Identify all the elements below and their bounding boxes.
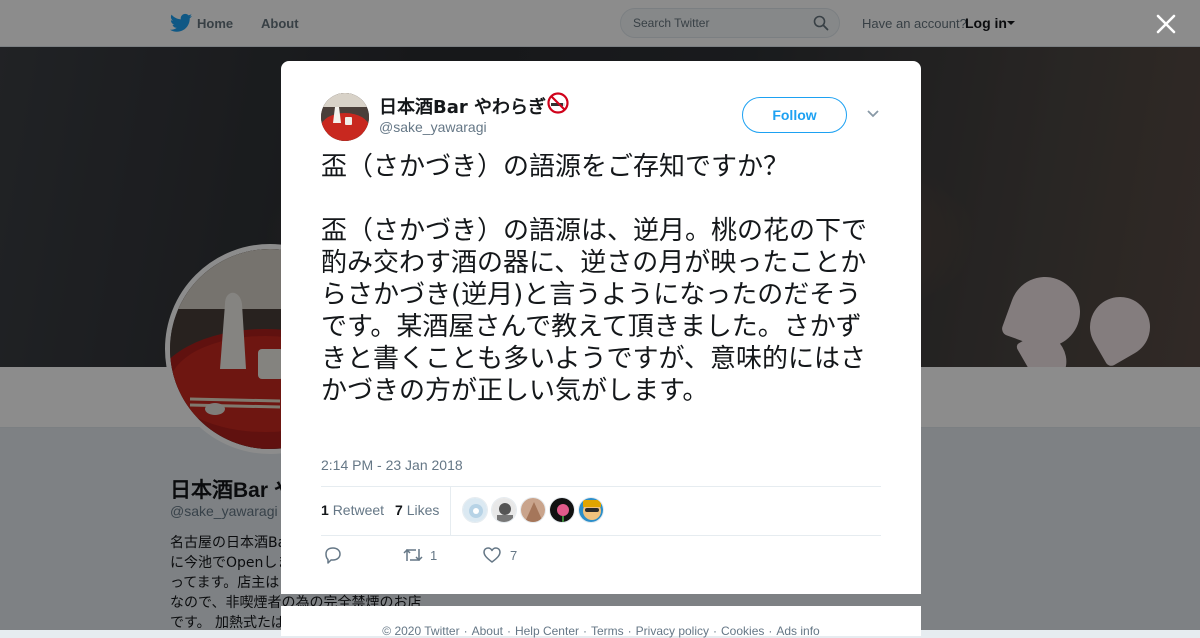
author-handle[interactable]: @sake_yawaragi — [379, 119, 487, 135]
stats-divider — [450, 487, 451, 535]
footer-copyright: © 2020 Twitter — [382, 624, 460, 638]
footer-link-about[interactable]: About — [472, 624, 503, 638]
retweet-action-count: 1 — [430, 548, 438, 563]
tweet-text: 盃（さかづき）の語源をご存知ですか？ 盃（さかづき）の語源は、逆月。桃の花の下で… — [321, 152, 868, 406]
liker-avatar[interactable] — [578, 497, 604, 523]
no-smoking-icon — [547, 92, 569, 114]
footer-link-ads[interactable]: Ads info — [776, 624, 819, 638]
retweet-stat[interactable]: 1 Retweet — [321, 502, 384, 518]
retweet-count: 1 — [321, 502, 329, 518]
sake-set-image — [321, 93, 369, 141]
like-stat-label: Likes — [406, 502, 440, 518]
liker-avatar[interactable] — [549, 497, 575, 523]
chevron-down-icon[interactable] — [866, 109, 880, 119]
footer-link-help[interactable]: Help Center — [515, 624, 579, 638]
retweet-stat-label: Retweet — [332, 502, 385, 518]
heart-icon[interactable] — [482, 545, 502, 565]
author-avatar[interactable] — [321, 93, 369, 141]
liker-avatar[interactable] — [520, 497, 546, 523]
like-action-count: 7 — [510, 548, 518, 563]
retweet-icon[interactable] — [402, 545, 424, 565]
close-icon[interactable] — [1155, 13, 1177, 35]
tweet-modal: 日本酒Bar やわらぎ @sake_yawaragi Follow 盃（さかづき… — [281, 61, 921, 594]
footer-link-privacy[interactable]: Privacy policy — [636, 624, 709, 638]
author-name[interactable]: 日本酒Bar やわらぎ — [379, 93, 546, 119]
liker-avatar[interactable] — [462, 497, 488, 523]
follow-button[interactable]: Follow — [742, 97, 847, 133]
modal-footer: © 2020 Twitter · About · Help Center · Terms · P… — [281, 606, 921, 638]
tweet-stats: 1 Retweet 7 Likes — [321, 486, 881, 536]
like-count: 7 — [395, 502, 403, 518]
like-stat[interactable]: 7 Likes — [395, 502, 439, 518]
footer-links: © 2020 Twitter · About · Help Center · Terms · P… — [382, 624, 820, 638]
liker-avatar[interactable] — [491, 497, 517, 523]
footer-link-cookies[interactable]: Cookies — [721, 624, 764, 638]
tweet-timestamp[interactable]: 2:14 PM - 23 Jan 2018 — [321, 457, 463, 473]
reply-icon[interactable] — [323, 545, 343, 565]
footer-link-terms[interactable]: Terms — [591, 624, 624, 638]
